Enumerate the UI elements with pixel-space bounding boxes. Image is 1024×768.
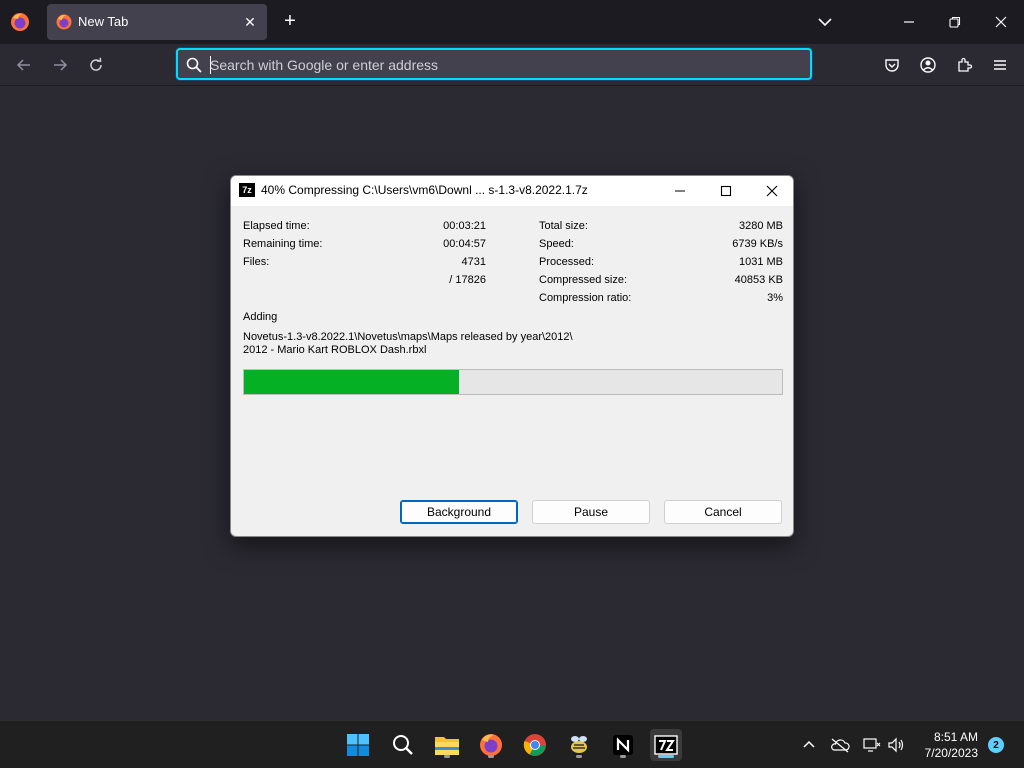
clock-time: 8:51 AM: [933, 730, 978, 744]
minimize-window-icon[interactable]: [897, 10, 921, 34]
new-tab-button[interactable]: +: [279, 11, 301, 33]
elapsed-time-value: 00:03:21: [443, 220, 486, 232]
7zip-app-icon: 7z: [239, 183, 255, 197]
compression-progress-dialog: 7z 40% Compressing C:\Users\vm6\Downl ..…: [230, 175, 794, 537]
compression-ratio-label: Compression ratio:: [539, 292, 632, 304]
search-icon: [185, 56, 203, 74]
dialog-close-icon[interactable]: [755, 179, 789, 203]
volume-icon[interactable]: [886, 735, 906, 755]
compression-ratio-value: 3%: [767, 292, 783, 304]
progress-bar: [243, 369, 783, 395]
onedrive-offline-icon[interactable]: [830, 735, 850, 755]
back-arrow-icon[interactable]: [12, 53, 36, 77]
close-window-icon[interactable]: [989, 10, 1013, 34]
clock-date: 7/20/2023: [924, 746, 978, 760]
background-button[interactable]: Background: [400, 500, 518, 524]
taskbar: 8:51 AM 7/20/2023 2: [0, 720, 1024, 768]
dialog-minimize-icon[interactable]: [663, 179, 697, 203]
running-indicator: [658, 755, 674, 758]
compressed-size-value: 40853 KB: [734, 274, 783, 286]
running-indicator: [488, 755, 494, 758]
files-processed-value: 4731: [461, 256, 486, 268]
url-input[interactable]: [210, 54, 790, 76]
total-size-value: 3280 MB: [738, 220, 783, 232]
chrome-icon[interactable]: [519, 729, 551, 761]
processed-value: 1031 MB: [738, 256, 783, 268]
chevron-up-icon[interactable]: [799, 735, 819, 755]
firefox-view-icon[interactable]: [8, 10, 32, 34]
tab-title: New Tab: [78, 14, 129, 29]
running-indicator: [620, 755, 626, 758]
dialog-maximize-icon[interactable]: [709, 179, 743, 203]
network-icon[interactable]: [862, 735, 882, 755]
bee-app-icon[interactable]: [563, 729, 595, 761]
files-total-value: / 17826: [449, 274, 486, 286]
pocket-icon[interactable]: [880, 53, 904, 77]
forward-arrow-icon[interactable]: [48, 53, 72, 77]
pause-button[interactable]: Pause: [532, 500, 650, 524]
close-tab-icon[interactable]: ✕: [241, 13, 259, 31]
account-icon[interactable]: [916, 53, 940, 77]
firefox-icon: [56, 14, 72, 30]
tab-new-tab[interactable]: New Tab ✕: [47, 4, 267, 40]
cancel-button[interactable]: Cancel: [664, 500, 782, 524]
7zip-icon[interactable]: [650, 729, 682, 761]
restore-window-icon[interactable]: [943, 10, 967, 34]
remaining-time-label: Remaining time:: [243, 238, 323, 250]
navigation-toolbar: [0, 44, 1024, 86]
running-indicator: [576, 755, 582, 758]
search-icon[interactable]: [387, 729, 419, 761]
speed-value: 6739 KB/s: [732, 238, 783, 250]
system-clock[interactable]: 8:51 AM 7/20/2023: [912, 729, 978, 761]
extensions-icon[interactable]: [952, 53, 976, 77]
running-indicator: [444, 755, 450, 758]
operation-label: Adding: [243, 311, 278, 323]
elapsed-time-label: Elapsed time:: [243, 220, 310, 232]
file-explorer-icon[interactable]: [431, 729, 463, 761]
current-file-path: Novetus-1.3-v8.2022.1\Novetus\maps\Maps …: [243, 331, 573, 343]
reload-icon[interactable]: [84, 53, 108, 77]
progress-bar-fill: [244, 370, 460, 394]
notification-badge[interactable]: 2: [988, 737, 1004, 753]
notion-icon[interactable]: [607, 729, 639, 761]
speed-label: Speed:: [539, 238, 574, 250]
tab-bar: New Tab ✕ +: [0, 0, 1024, 44]
list-all-tabs-icon[interactable]: [814, 12, 836, 32]
hamburger-menu-icon[interactable]: [988, 53, 1012, 77]
text-cursor: [210, 56, 211, 74]
dialog-title: 40% Compressing C:\Users\vm6\Downl ... s…: [261, 183, 588, 197]
processed-label: Processed:: [539, 256, 595, 268]
current-file-name: 2012 - Mario Kart ROBLOX Dash.rbxl: [243, 344, 427, 356]
total-size-label: Total size:: [539, 220, 588, 232]
dialog-title-bar[interactable]: 7z 40% Compressing C:\Users\vm6\Downl ..…: [231, 176, 793, 206]
address-bar[interactable]: [176, 48, 812, 80]
compressed-size-label: Compressed size:: [539, 274, 628, 286]
remaining-time-value: 00:04:57: [443, 238, 486, 250]
firefox-icon[interactable]: [475, 729, 507, 761]
files-label: Files:: [243, 256, 270, 268]
start-icon[interactable]: [342, 729, 374, 761]
